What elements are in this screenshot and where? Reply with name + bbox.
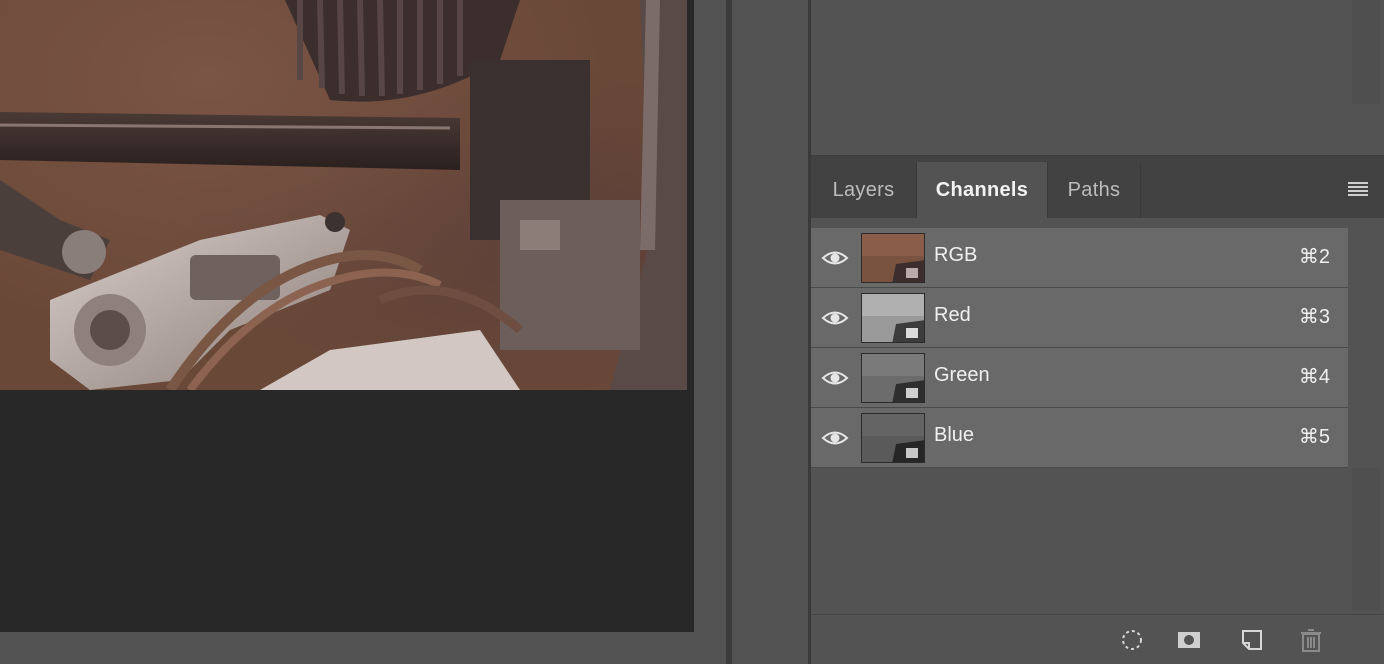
channel-name: Red: [934, 304, 971, 326]
hamburger-menu-icon[interactable]: [1348, 182, 1368, 196]
channel-row-red[interactable]: Red ⌘3: [811, 288, 1348, 348]
document-canvas[interactable]: [0, 0, 694, 632]
collapsed-panel-strip: [732, 0, 808, 664]
channel-thumbnail: [861, 293, 925, 343]
channel-shortcut: ⌘5: [1298, 426, 1330, 448]
trash-icon[interactable]: [1298, 627, 1324, 653]
right-panel: Layers Channels Paths RGB ⌘2 Red ⌘3 Gree…: [811, 0, 1384, 664]
tab-channels[interactable]: Channels: [917, 162, 1048, 218]
rover-photo: [0, 0, 687, 390]
document-image[interactable]: [0, 0, 687, 390]
save-selection-mask-icon[interactable]: [1176, 627, 1202, 653]
canvas-horizontal-scrollbar[interactable]: [0, 632, 726, 664]
tab-paths[interactable]: Paths: [1048, 162, 1141, 218]
channel-row-green[interactable]: Green ⌘4: [811, 348, 1348, 408]
channels-list-scrollbar[interactable]: [1352, 468, 1380, 610]
channels-footer: [811, 614, 1384, 664]
eye-visibility-icon[interactable]: [821, 248, 849, 268]
eye-visibility-icon[interactable]: [821, 428, 849, 448]
channel-name: RGB: [934, 244, 978, 266]
channel-shortcut: ⌘4: [1298, 366, 1330, 388]
eye-visibility-icon[interactable]: [821, 368, 849, 388]
channels-list: RGB ⌘2 Red ⌘3 Green ⌘4 Blue ⌘5: [811, 218, 1384, 614]
channel-row-blue[interactable]: Blue ⌘5: [811, 408, 1348, 468]
tab-layers[interactable]: Layers: [811, 162, 917, 218]
channel-thumbnail: [861, 353, 925, 403]
upper-panel: [811, 0, 1384, 156]
channel-name: Green: [934, 364, 990, 386]
channel-row-rgb[interactable]: RGB ⌘2: [811, 228, 1348, 288]
eye-visibility-icon[interactable]: [821, 308, 849, 328]
channel-shortcut: ⌘2: [1298, 246, 1330, 268]
channels-panel-tabbar: Layers Channels Paths: [811, 162, 1384, 218]
channel-thumbnail: [861, 233, 925, 283]
canvas-vertical-gutter: [694, 0, 726, 632]
new-channel-icon[interactable]: [1239, 627, 1265, 653]
channel-thumbnail: [861, 413, 925, 463]
load-selection-icon[interactable]: [1119, 627, 1145, 653]
channel-name: Blue: [934, 424, 975, 446]
channel-shortcut: ⌘3: [1298, 306, 1330, 328]
upper-panel-scrollbar[interactable]: [1352, 0, 1380, 104]
